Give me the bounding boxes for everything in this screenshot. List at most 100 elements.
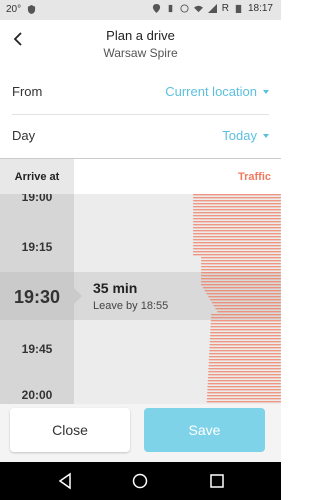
traffic-stripe: [217, 311, 281, 313]
traffic-stripe: [201, 281, 281, 283]
temperature: 20°: [6, 4, 22, 15]
traffic-stripe: [201, 275, 281, 277]
from-label: From: [12, 84, 43, 99]
traffic-stripe: [193, 242, 281, 244]
traffic-stripe: [213, 305, 281, 307]
traffic-stripe: [193, 227, 281, 229]
time-label-selected[interactable]: 19:30: [0, 287, 74, 308]
traffic-stripe: [210, 332, 281, 334]
trip-duration: 35 min: [93, 280, 138, 296]
traffic-stripe: [211, 314, 281, 316]
traffic-stripe: [207, 386, 281, 388]
traffic-stripe: [208, 362, 281, 364]
selection-pointer-icon: [74, 288, 82, 304]
traffic-stripe: [208, 365, 281, 367]
traffic-stripe: [201, 257, 281, 259]
from-select[interactable]: Current location: [165, 84, 269, 99]
day-row[interactable]: Day Today: [12, 114, 269, 158]
timeline-header: Arrive at Traffic: [0, 158, 281, 196]
traffic-stripe: [206, 395, 281, 397]
traffic-stripe: [193, 203, 281, 205]
traffic-stripe: [209, 353, 281, 355]
arrival-timeline[interactable]: 19:00 19:15 19:30 19:45 20:00 35 min Lea…: [0, 194, 281, 404]
traffic-stripe: [201, 284, 281, 286]
traffic-stripe: [207, 377, 281, 379]
home-nav-icon[interactable]: [131, 472, 149, 490]
traffic-stripe: [206, 398, 281, 400]
dropdown-caret-icon: [263, 133, 269, 138]
traffic-stripe: [207, 383, 281, 385]
time-label[interactable]: 20:00: [0, 388, 74, 402]
recents-nav-icon[interactable]: [208, 472, 226, 490]
traffic-stripe: [209, 335, 281, 337]
traffic-stripe: [193, 215, 281, 217]
traffic-stripe: [210, 323, 281, 325]
status-bar: 20° R 18:17: [0, 0, 281, 20]
alarm-icon: [180, 4, 189, 13]
signal-icon: [207, 4, 217, 13]
traffic-stripe: [209, 338, 281, 340]
traffic-stripe: [193, 233, 281, 235]
dropdown-caret-icon: [263, 89, 269, 94]
from-row[interactable]: From Current location: [12, 70, 269, 115]
traffic-stripe: [206, 293, 281, 295]
time-label[interactable]: 19:00: [0, 194, 74, 204]
traffic-stripe: [193, 239, 281, 241]
traffic-stripe: [210, 299, 281, 301]
traffic-stripe: [207, 392, 281, 394]
traffic-stripe: [208, 356, 281, 358]
traffic-stripe: [210, 329, 281, 331]
traffic-stripe: [210, 326, 281, 328]
network-badge: R: [221, 3, 229, 14]
traffic-stripe: [208, 296, 281, 298]
traffic-stripe: [201, 269, 281, 271]
traffic-stripe: [201, 260, 281, 262]
traffic-stripe: [193, 230, 281, 232]
traffic-stripe: [193, 251, 281, 253]
app-header: Plan a drive Warsaw Spire: [0, 20, 281, 70]
back-nav-icon[interactable]: [56, 472, 74, 490]
traffic-stripe: [193, 206, 281, 208]
location-icon: [152, 4, 160, 13]
traffic-stripe: [208, 368, 281, 370]
traffic-stripe: [210, 317, 281, 319]
traffic-stripe: [202, 287, 281, 289]
page-title: Plan a drive: [106, 28, 175, 43]
traffic-stripe: [204, 290, 281, 292]
traffic-stripe: [193, 194, 281, 196]
traffic-stripe: [209, 341, 281, 343]
day-value: Today: [222, 128, 257, 143]
from-value: Current location: [165, 84, 257, 99]
traffic-stripe: [207, 389, 281, 391]
day-select[interactable]: Today: [222, 128, 269, 143]
traffic-stripe: [211, 302, 281, 304]
traffic-stripe: [215, 308, 281, 310]
traffic-stripe: [209, 350, 281, 352]
traffic-stripe: [193, 218, 281, 220]
shield-icon: [28, 5, 36, 14]
traffic-stripe: [193, 254, 281, 256]
traffic-stripe: [193, 248, 281, 250]
wifi-icon: [193, 5, 203, 13]
time-label[interactable]: 19:45: [0, 342, 74, 356]
clock: 18:17: [247, 3, 273, 14]
traffic-stripe: [193, 197, 281, 199]
traffic-stripe: [208, 371, 281, 373]
arrive-at-label: Arrive at: [0, 159, 74, 195]
traffic-stripe: [193, 209, 281, 211]
leave-by-time: Leave by 18:55: [93, 300, 169, 312]
traffic-stripe: [209, 347, 281, 349]
traffic-stripe: [193, 236, 281, 238]
traffic-stripe: [201, 263, 281, 265]
save-button[interactable]: Save: [144, 408, 265, 452]
time-label[interactable]: 19:15: [0, 240, 74, 254]
traffic-stripe: [210, 320, 281, 322]
vibrate-icon: [168, 4, 173, 13]
traffic-stripe: [193, 200, 281, 202]
traffic-stripe: [201, 278, 281, 280]
traffic-stripe: [209, 344, 281, 346]
day-label: Day: [12, 128, 36, 143]
traffic-stripe: [193, 245, 281, 247]
traffic-stripe: [193, 212, 281, 214]
close-button[interactable]: Close: [10, 408, 130, 452]
